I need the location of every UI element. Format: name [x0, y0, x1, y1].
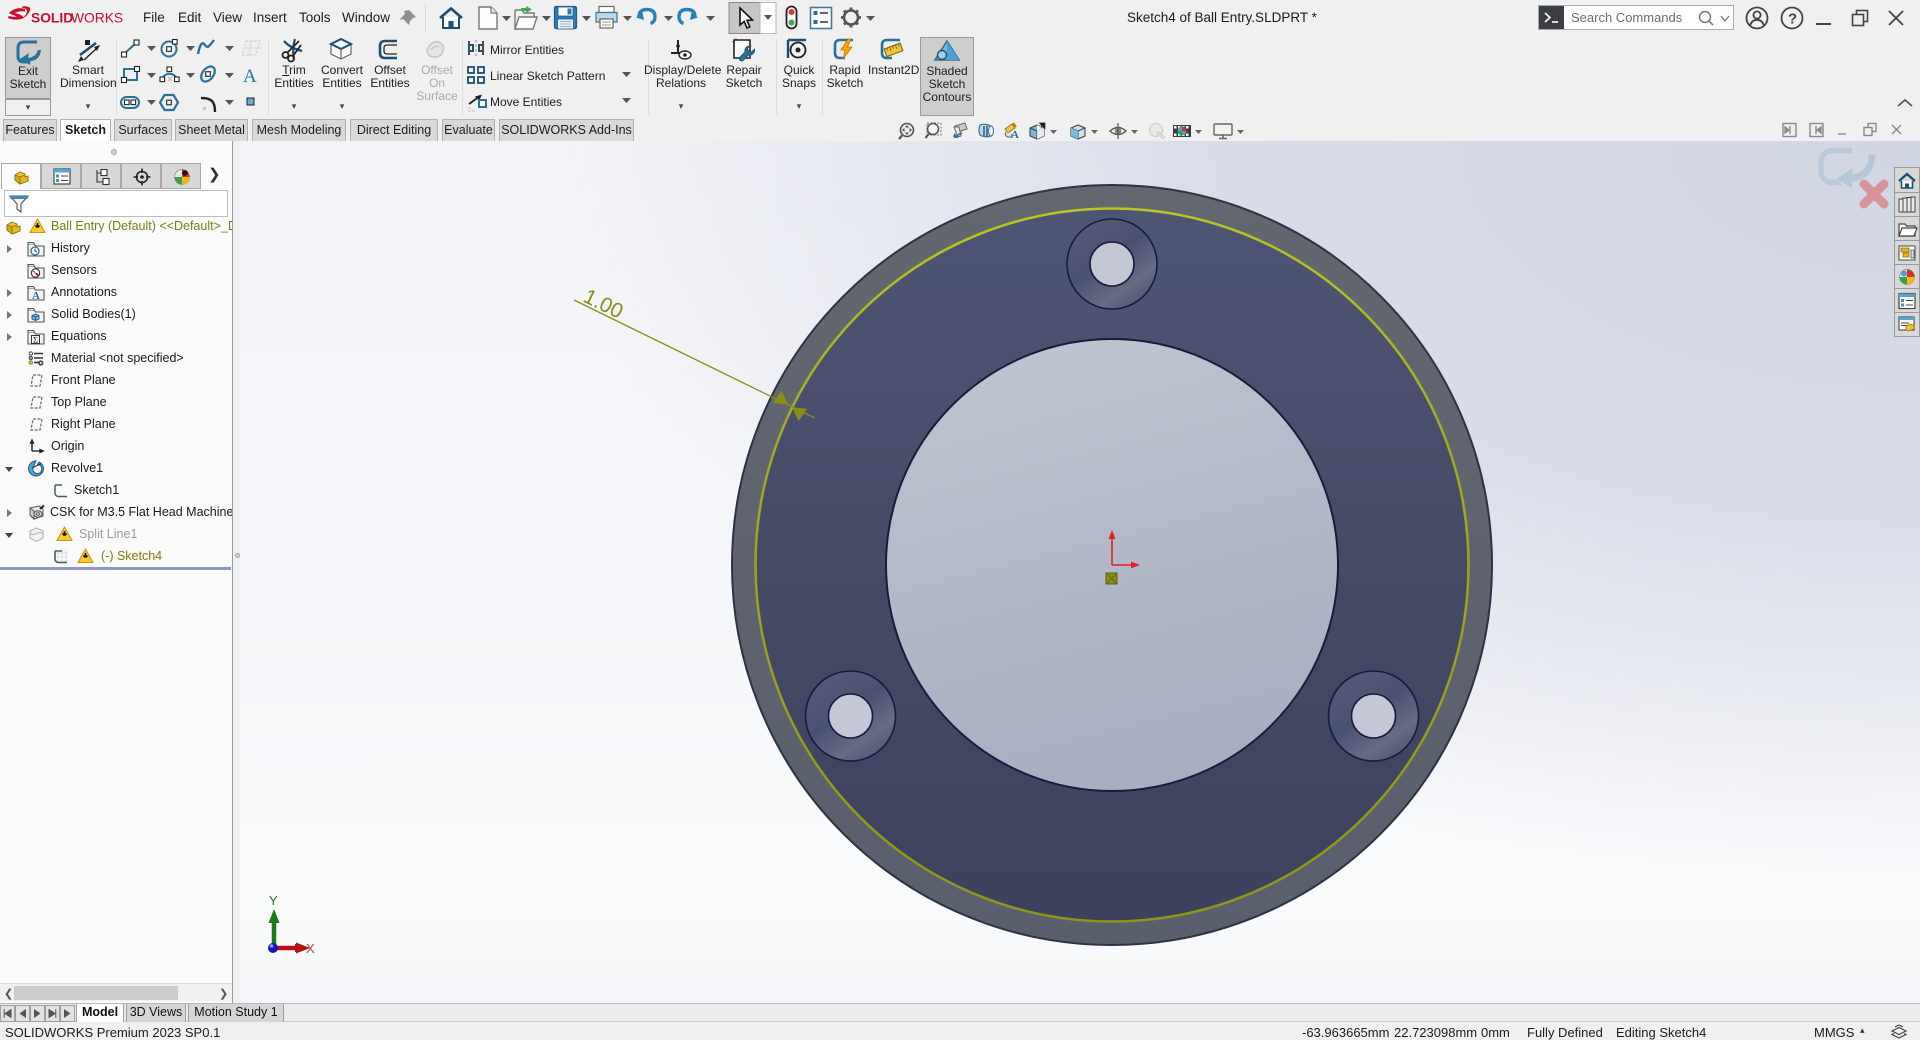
svg-text:A: A	[243, 66, 257, 87]
svg-text:WORKS: WORKS	[71, 11, 123, 26]
svg-text:?: ?	[1788, 11, 1797, 28]
svg-text:X: X	[306, 941, 315, 956]
svg-text:A: A	[1011, 129, 1019, 141]
svg-text:Σ: Σ	[33, 335, 38, 345]
svg-text:A: A	[32, 290, 40, 301]
svg-text:Y: Y	[269, 893, 278, 908]
svg-text:SOLID: SOLID	[31, 11, 73, 26]
svg-text:1.00: 1.00	[580, 285, 627, 324]
